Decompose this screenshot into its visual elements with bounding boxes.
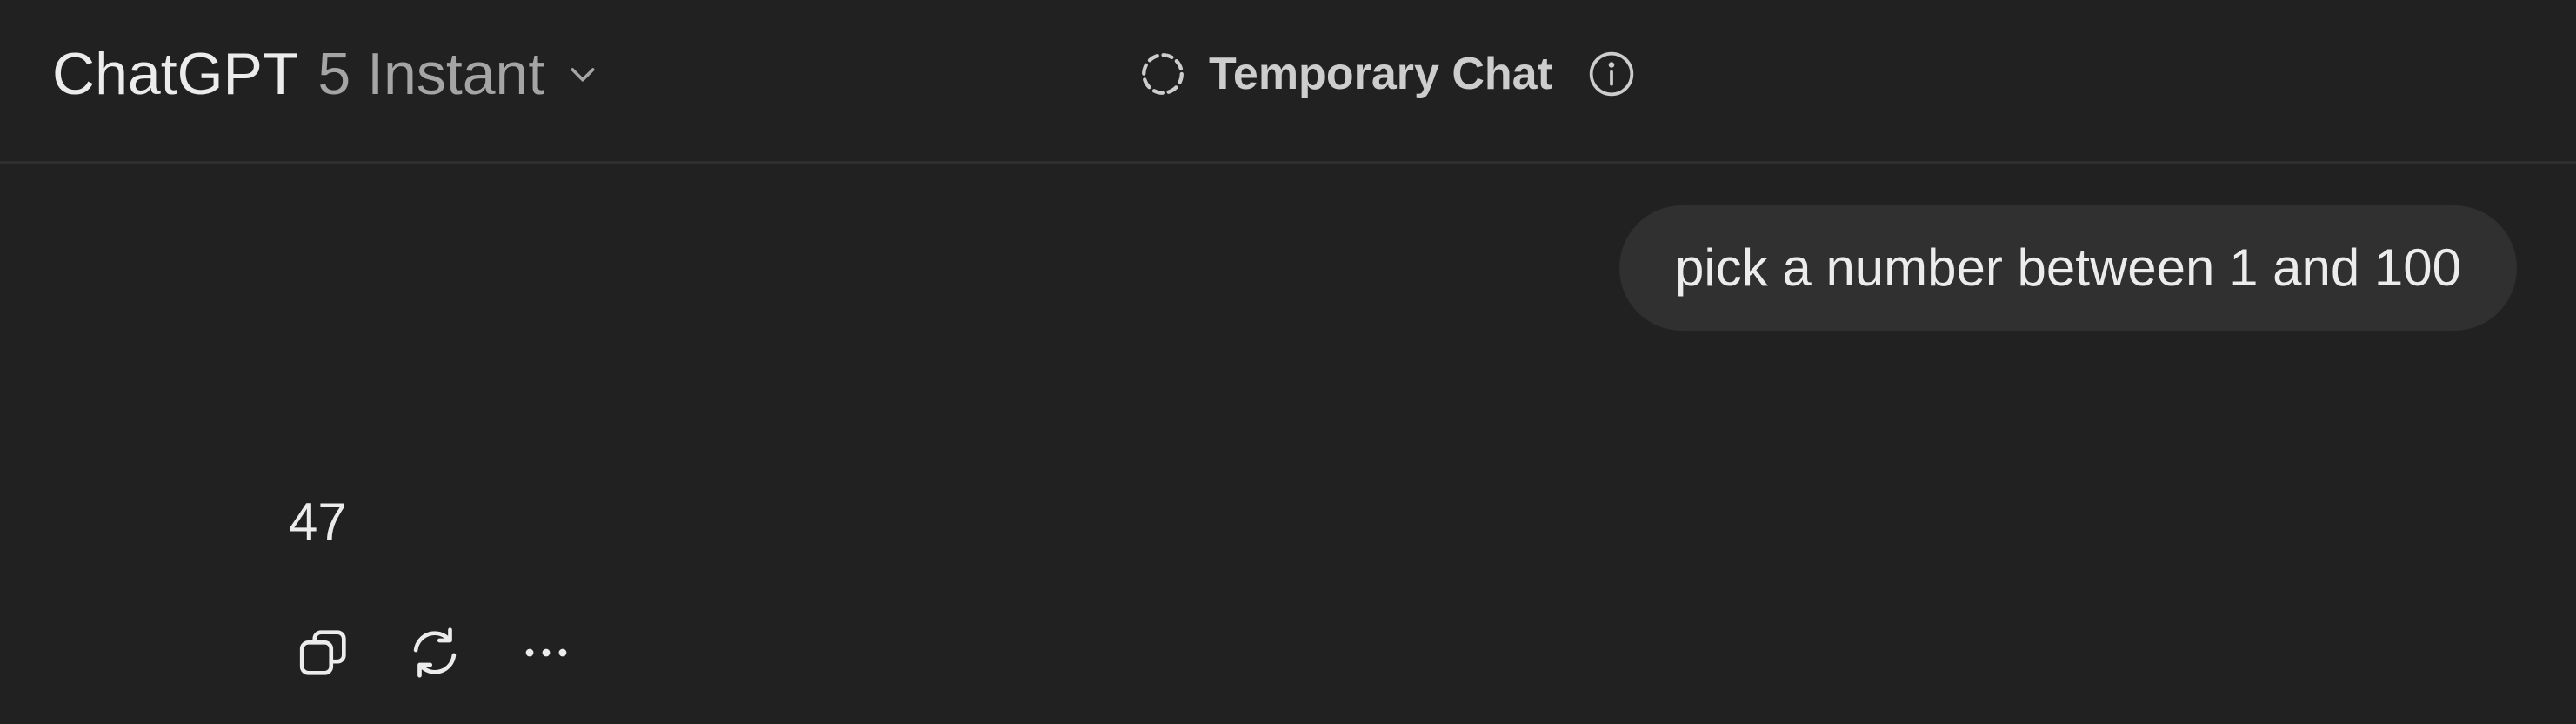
model-name: 5 Instant [317, 41, 545, 107]
assistant-message-text: 47 [289, 493, 347, 551]
user-message-text: pick a number between 1 and 100 [1675, 238, 2461, 297]
copy-icon [293, 622, 354, 687]
more-options-button[interactable] [511, 620, 581, 689]
chat-page: ChatGPT 5 Instant Temporary Chat pick a … [0, 0, 2576, 724]
message-actions [289, 620, 623, 689]
regenerate-button[interactable] [400, 620, 470, 689]
temporary-chat-label: Temporary Chat [1209, 49, 1552, 99]
info-icon[interactable] [1587, 50, 1636, 98]
model-switcher-button[interactable]: ChatGPT 5 Instant [52, 35, 602, 113]
brand-name: ChatGPT [52, 41, 299, 107]
dashed-circle-icon [1138, 49, 1188, 99]
user-message-bubble: pick a number between 1 and 100 [1619, 205, 2517, 331]
top-bar: ChatGPT 5 Instant Temporary Chat [0, 0, 2576, 164]
chevron-down-icon [564, 55, 602, 93]
refresh-icon [404, 622, 465, 687]
temporary-chat-indicator: Temporary Chat [1138, 35, 1636, 113]
copy-button[interactable] [289, 620, 358, 689]
more-icon [516, 622, 577, 687]
